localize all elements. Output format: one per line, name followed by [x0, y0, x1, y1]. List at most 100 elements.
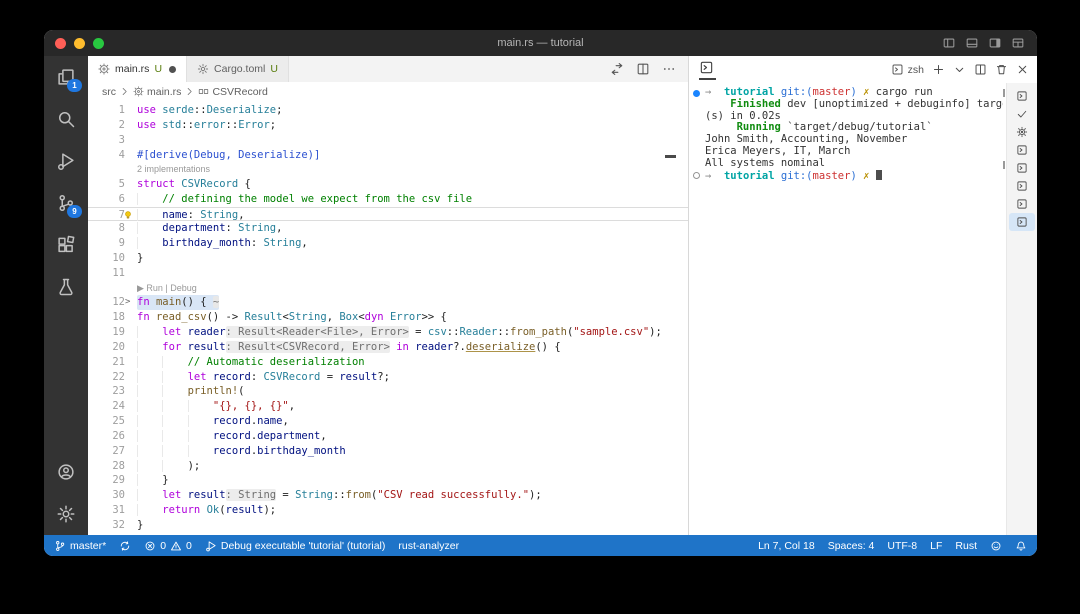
- code-line[interactable]: 20 for result: Result<CSVRecord, Error> …: [88, 340, 688, 355]
- code-line[interactable]: 25 record.name,: [88, 414, 688, 429]
- status-item-indentation[interactable]: Spaces: 4: [828, 540, 875, 552]
- code-token: department: [162, 222, 226, 235]
- customize-layout-icon[interactable]: [1011, 36, 1025, 50]
- activity-bar-item-testing[interactable]: [44, 266, 88, 308]
- fold-chevron-icon[interactable]: >: [125, 295, 130, 310]
- terminal-dropdown-icon[interactable]: [953, 63, 966, 76]
- code-text: #[derive(Debug, Deserialize)]: [137, 148, 320, 163]
- terminal-session-item[interactable]: [1009, 105, 1035, 123]
- toggle-panel-icon[interactable]: [965, 36, 979, 50]
- terminal-session-item[interactable]: [1009, 159, 1035, 177]
- code-line[interactable]: 22 let record: CSVRecord = result?;: [88, 370, 688, 385]
- minimize-button[interactable]: [74, 37, 85, 49]
- code-line[interactable]: 30 let result: String = String::from("CS…: [88, 488, 688, 503]
- code-line[interactable]: 28 );: [88, 459, 688, 474]
- status-item-encoding[interactable]: UTF-8: [887, 540, 917, 552]
- close-panel-icon[interactable]: [1016, 63, 1029, 76]
- code-line[interactable]: 1 use serde::Deserialize;: [88, 103, 688, 118]
- codelens[interactable]: ▶ Run | Debug: [88, 281, 688, 296]
- breadcrumb-item-csvrecord[interactable]: CSVRecord: [198, 86, 268, 98]
- breadcrumb-item-main-rs[interactable]: main.rs: [133, 86, 181, 98]
- code-line[interactable]: 12 > fn main() { ~: [88, 295, 688, 311]
- activity-bar-item-run-and-debug[interactable]: [44, 140, 88, 182]
- more-actions-icon[interactable]: [662, 62, 676, 76]
- tab-main-rs[interactable]: main.rs U: [88, 56, 188, 82]
- code-line[interactable]: 2 use std::error::Error;: [88, 118, 688, 133]
- code-line[interactable]: 21 // Automatic deserialization: [88, 355, 688, 370]
- command-decoration[interactable]: [693, 172, 700, 180]
- activity-bar-item-extensions[interactable]: [44, 224, 88, 266]
- terminal-session-item[interactable]: [1009, 195, 1035, 213]
- status-item-branch-status[interactable]: master*: [54, 540, 106, 552]
- terminal-session-item[interactable]: [1009, 213, 1035, 231]
- activity-bar-item-explorer[interactable]: 1: [44, 56, 88, 98]
- toggle-sidebar-icon[interactable]: [942, 36, 956, 50]
- code-line[interactable]: 7 name: String,: [88, 206, 688, 222]
- status-item-sync-changes[interactable]: [119, 540, 131, 552]
- code-line[interactable]: 3: [88, 133, 688, 148]
- status-item-feedback[interactable]: [990, 540, 1002, 552]
- code-line[interactable]: 9 birthday_month: String,: [88, 236, 688, 251]
- status-item-language-mode[interactable]: Rust: [955, 540, 977, 552]
- code-line[interactable]: 18 fn read_csv() -> Result<String, Box<dy…: [88, 310, 688, 325]
- code-token: from_path: [510, 325, 567, 338]
- terminal-session-item[interactable]: [1009, 177, 1035, 195]
- terminal-session-item[interactable]: [1009, 141, 1035, 159]
- code-line[interactable]: 26 record.department,: [88, 429, 688, 444]
- line-number: 21: [112, 355, 125, 368]
- code-token: : Result<CSVRecord, Error>: [225, 340, 390, 353]
- activity-bar-item-search[interactable]: [44, 98, 88, 140]
- code-line[interactable]: 27 record.birthday_month: [88, 444, 688, 459]
- lightbulb-icon[interactable]: [123, 210, 133, 220]
- code-line[interactable]: 19 let reader: Result<Reader<File>, Erro…: [88, 325, 688, 340]
- run-debug-icon: [56, 151, 76, 171]
- code-text: }: [137, 473, 168, 488]
- close-button[interactable]: [55, 37, 66, 49]
- code-editor[interactable]: 1 use serde::Deserialize; 2 use std::error:…: [88, 101, 688, 535]
- terminal-output[interactable]: → tutorial git:(master) ✗ cargo run Fini…: [689, 87, 1003, 181]
- code-line[interactable]: 11: [88, 266, 688, 281]
- status-item-problems[interactable]: 00: [144, 540, 192, 552]
- status-item-cursor-position[interactable]: Ln 7, Col 18: [758, 540, 815, 552]
- status-item-debug-launch[interactable]: Debug executable 'tutorial' (tutorial): [205, 540, 385, 552]
- activity-bar-item-source-control[interactable]: 9: [44, 182, 88, 224]
- open-changes-icon[interactable]: [610, 62, 624, 76]
- zoom-button[interactable]: [93, 37, 104, 49]
- code-text: for result: Result<CSVRecord, Error> in …: [137, 340, 561, 355]
- code-line[interactable]: 31 return Ok(result);: [88, 503, 688, 518]
- codelens[interactable]: 2 implementations: [88, 162, 688, 177]
- code-line[interactable]: 23 println!(: [88, 384, 688, 399]
- shell-selector[interactable]: zsh: [891, 63, 924, 76]
- code-text: }: [137, 518, 143, 533]
- status-item-eol[interactable]: LF: [930, 540, 942, 552]
- code-token: record: [212, 370, 251, 383]
- code-line[interactable]: 10}: [88, 251, 688, 266]
- code-line[interactable]: 24 "{}, {}, {}",: [88, 399, 688, 414]
- terminal-session-item[interactable]: [1009, 87, 1035, 105]
- activity-bar-item-settings[interactable]: [44, 493, 88, 535]
- split-editor-icon[interactable]: [636, 62, 650, 76]
- status-item-rust-analyzer-status[interactable]: rust-analyzer: [398, 540, 459, 552]
- tab-cargo-toml[interactable]: Cargo.toml U: [187, 56, 289, 82]
- code-line[interactable]: 6 // defining the model we expect from t…: [88, 192, 688, 207]
- gutter-glyph: [125, 370, 137, 385]
- code-line[interactable]: 4 #[derive(Debug, Deserialize)]: [88, 148, 688, 163]
- code-line[interactable]: 32}: [88, 518, 688, 533]
- terminal-tab[interactable]: [699, 60, 716, 80]
- code-token: );: [529, 489, 542, 502]
- terminal-session-item[interactable]: [1009, 123, 1035, 141]
- kill-terminal-icon[interactable]: [995, 63, 1008, 76]
- code-text: name: String,: [137, 208, 244, 221]
- split-terminal-icon[interactable]: [974, 63, 987, 76]
- command-decoration[interactable]: [693, 89, 700, 97]
- toggle-secondary-sidebar-icon[interactable]: [988, 36, 1002, 50]
- breadcrumb-item-src[interactable]: src: [102, 86, 116, 98]
- new-terminal-icon[interactable]: [932, 63, 945, 76]
- code-line[interactable]: 8 department: String,: [88, 221, 688, 236]
- activity-bar-item-accounts[interactable]: [44, 451, 88, 493]
- status-item-notifications[interactable]: [1015, 540, 1027, 552]
- code-line[interactable]: 5 struct CSVRecord {: [88, 177, 688, 192]
- code-line[interactable]: 29 }: [88, 473, 688, 488]
